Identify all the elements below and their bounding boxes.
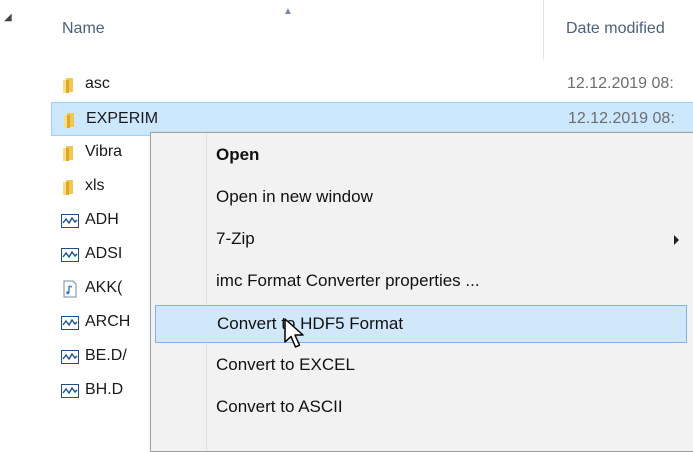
menu-item-label: imc Format Converter properties ... [216, 271, 480, 290]
mouse-pointer-icon [284, 318, 304, 348]
file-row[interactable]: asc 12.12.2019 08: [51, 68, 693, 102]
column-header-name[interactable]: Name [62, 20, 105, 38]
folder-icon [61, 76, 79, 94]
folder-icon [61, 178, 79, 196]
file-name: BE.D/ [85, 347, 127, 364]
menu-item-convert-to-ascii[interactable]: Convert to ASCII [155, 389, 687, 427]
submenu-arrow-icon [674, 235, 679, 245]
folder-icon [61, 144, 79, 162]
file-name: Vibra [85, 143, 123, 160]
file-name: ADH [85, 211, 119, 228]
waveform-file-icon [61, 212, 79, 230]
menu-item-open[interactable]: Open [155, 137, 687, 175]
file-row-selected[interactable]: EXPERIM 12.12.2019 08: [51, 102, 693, 136]
menu-item-convert-to-hdf5[interactable]: Convert to HDF5 Format [155, 305, 687, 343]
column-header-date-modified[interactable]: Date modified [566, 20, 693, 38]
menu-item-convert-to-excel[interactable]: Convert to EXCEL [155, 347, 687, 385]
menu-item-7-zip[interactable]: 7-Zip [155, 221, 687, 259]
menu-item-label: Open in new window [216, 187, 373, 206]
file-name: xls [85, 177, 105, 194]
waveform-file-icon [61, 382, 79, 400]
menu-item-label: 7-Zip [216, 229, 255, 248]
menu-item-imc-format-converter-properties[interactable]: imc Format Converter properties ... [155, 263, 687, 301]
file-name: EXPERIM [86, 110, 159, 127]
file-name: ADSI [85, 245, 123, 262]
context-menu: Open Open in new window 7-Zip imc Format… [150, 132, 693, 452]
audio-file-icon [61, 280, 79, 298]
waveform-file-icon [61, 246, 79, 264]
menu-item-label: Open [216, 145, 260, 164]
file-name: BH.D [85, 381, 124, 398]
menu-item-label: Convert to EXCEL [216, 355, 355, 374]
file-name: ARCH [85, 313, 131, 330]
waveform-file-icon [61, 314, 79, 332]
sort-up-icon: ▲ [283, 6, 293, 17]
menu-item-label: Convert to HDF5 Format [217, 314, 404, 333]
menu-item-label: Convert to ASCII [216, 397, 343, 416]
folder-icon [62, 111, 80, 129]
waveform-file-icon [61, 348, 79, 366]
file-name: AKK( [85, 279, 123, 296]
column-header: ▲ Name Date modified [0, 0, 693, 60]
file-date: 12.12.2019 08: [568, 110, 675, 127]
column-separator[interactable] [543, 0, 544, 60]
file-name: asc [85, 75, 110, 92]
menu-item-open-in-new-window[interactable]: Open in new window [155, 179, 687, 217]
file-date: 12.12.2019 08: [567, 75, 674, 92]
